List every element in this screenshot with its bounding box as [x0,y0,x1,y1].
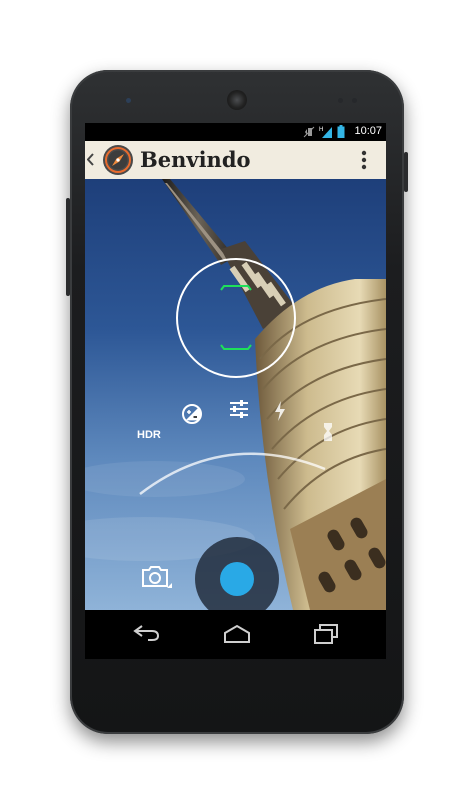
recents-icon[interactable] [313,623,339,645]
light-sensor [352,98,357,103]
settings-arc [139,452,326,495]
overflow-menu-icon[interactable] [361,150,367,170]
home-icon[interactable] [222,624,252,644]
hdr-label[interactable]: HDR [137,429,161,441]
app-title: Benvindo [140,147,251,172]
shutter-icon[interactable] [219,561,255,597]
vibrate-icon [303,126,315,138]
back-chevron-icon[interactable] [87,153,94,166]
action-bar: Benvindo [85,141,386,179]
signal-icon: H [319,127,332,138]
camera-viewfinder[interactable]: HDR [85,179,386,610]
screen: H 10:07 Benvindo HDR [85,123,386,659]
battery-icon [337,125,345,138]
camera-mode-icon[interactable] [141,564,173,590]
sliders-icon[interactable] [228,399,250,419]
timer-icon[interactable] [321,421,335,443]
status-bar: H 10:07 [85,123,386,141]
phone-frame: H 10:07 Benvindo HDR [66,70,408,734]
compass-app-icon[interactable] [102,144,134,176]
earpiece-speaker [227,90,247,110]
front-sensor [126,98,131,103]
svg-text:H: H [319,127,323,133]
back-icon[interactable] [132,624,160,642]
status-time: 10:07 [354,125,382,137]
focus-ring-icon [176,258,296,378]
proximity-sensor [338,98,343,103]
volume-button [66,198,70,296]
exposure-icon[interactable] [181,403,203,425]
flash-icon[interactable] [273,401,287,421]
power-button [404,152,408,192]
navigation-bar [85,610,386,659]
